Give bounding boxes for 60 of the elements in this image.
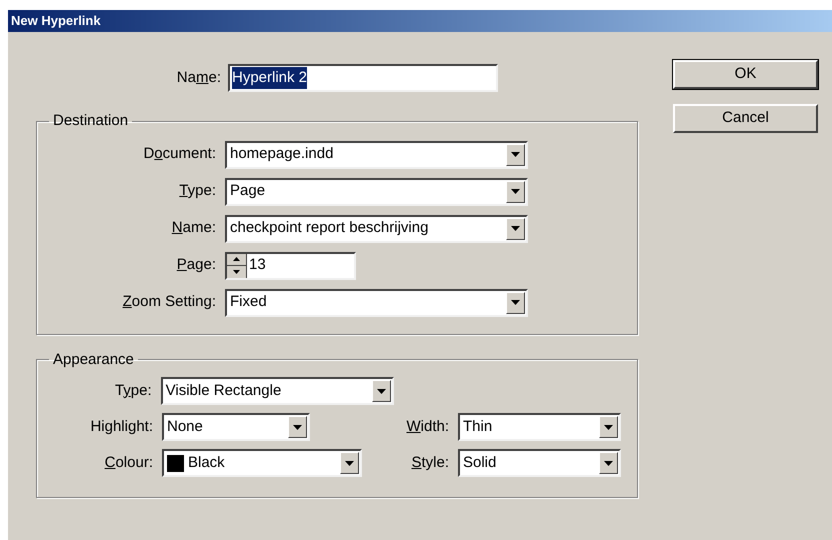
field-value: Visible Rectangle [166,380,282,401]
field-value: checkpoint report beschrijving [230,218,428,238]
field-label: Name: [176,68,221,88]
up-arrow-button[interactable] [227,254,246,266]
field-label: Zoom Setting: [122,292,216,312]
dropdown-button[interactable] [599,416,618,438]
up-arrow-icon [233,257,240,262]
field-label: Name: [170,218,216,238]
field-value: None [167,416,203,437]
caret-icon [511,226,520,231]
down-arrow-icon [233,270,240,274]
field-value: Fixed [230,292,267,312]
caret-icon [604,460,613,466]
dropdown-field[interactable]: Fixed [225,288,528,316]
dropdown-button[interactable] [506,218,525,240]
dialog-button[interactable]: OK [673,60,818,89]
number-field[interactable]: 13 [225,252,356,280]
down-arrow-button[interactable] [227,266,246,278]
dropdown-button[interactable] [372,380,391,402]
dropdown-field[interactable]: checkpoint report beschrijving [225,214,528,242]
field-label: Highlight: [89,416,153,437]
field-label: Document: [142,144,216,164]
group-title: Appearance [52,350,135,370]
field-value: Thin [463,416,492,437]
field-label: Colour: [104,452,153,473]
field-label: Style: [410,452,449,473]
dropdown-button[interactable] [506,144,525,166]
dropdown-button[interactable] [599,452,618,474]
group-title: Destination [52,111,130,131]
caret-icon [293,424,302,430]
field-label: Type: [178,181,216,202]
caret-icon [511,189,520,194]
caret-icon [511,152,520,157]
dropdown-field[interactable]: homepage.indd [225,140,528,168]
field-label: Width: [405,416,449,437]
dialog-button[interactable]: Cancel [673,104,818,133]
dropdown-field[interactable]: None [162,413,310,441]
window-title: New Hyperlink [11,12,101,30]
dropdown-field[interactable]: Thin [458,413,621,441]
field-value: Hyperlink 2 [232,66,308,90]
dropdown-field[interactable]: Page [225,178,528,206]
field-label: Type: [114,380,152,401]
name-field[interactable]: Hyperlink 2 [228,64,498,92]
dropdown-field[interactable]: Visible Rectangle [160,377,394,405]
field-value: Page [230,181,266,202]
caret-icon [377,388,386,394]
dropdown-button[interactable] [506,292,525,314]
dropdown-button[interactable] [340,452,359,474]
field-value: Solid [463,452,496,473]
caret-icon [511,300,520,305]
caret-icon [604,424,613,430]
dropdown-button[interactable] [506,180,525,202]
field-label: Page: [176,255,216,276]
dropdown-field[interactable]: Solid [458,449,621,477]
field-value: 13 [248,255,266,276]
caret-icon [345,460,354,466]
field-value: homepage.indd [230,144,334,164]
field-value: Black [188,452,225,473]
dropdown-field[interactable]: Black [162,449,362,477]
dropdown-button[interactable] [288,416,307,438]
